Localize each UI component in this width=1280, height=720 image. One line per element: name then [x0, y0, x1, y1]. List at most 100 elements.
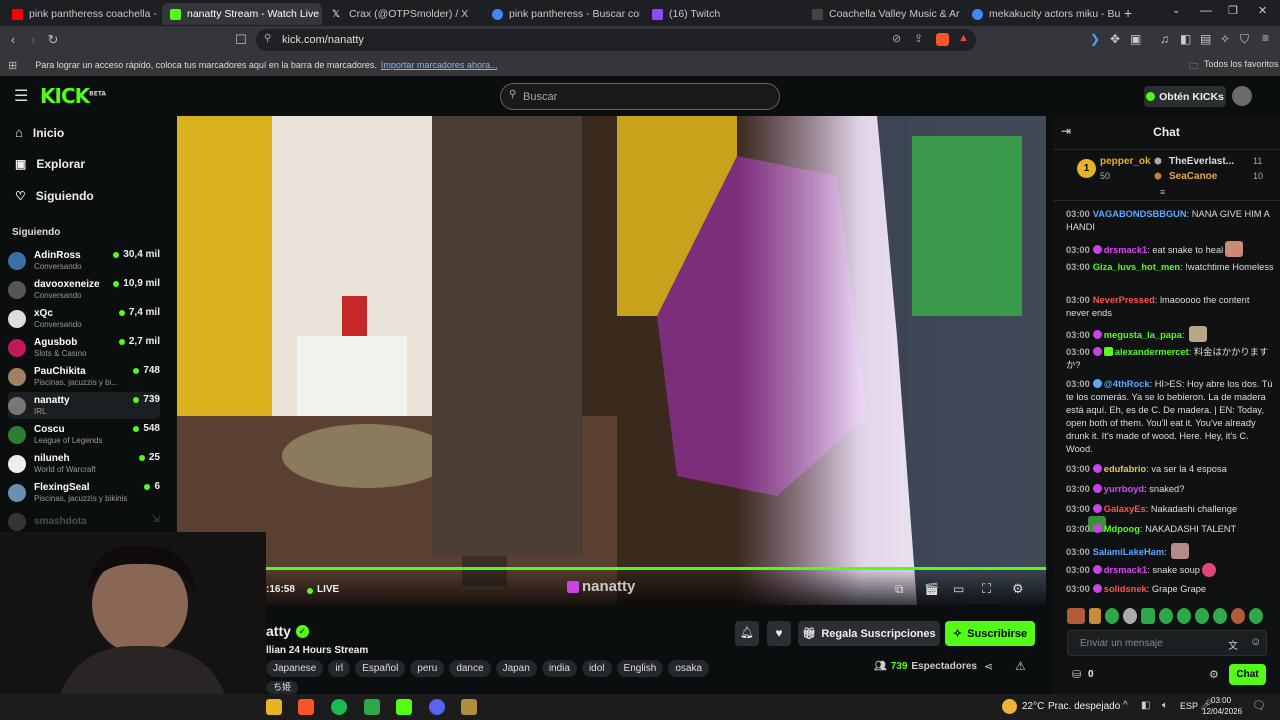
language-indicator[interactable]: ESP — [1180, 701, 1198, 711]
msg-user[interactable]: alexandermercet — [1115, 347, 1189, 357]
browser-tab[interactable]: pink pantheress - Buscar con Google — [484, 3, 640, 25]
browser-tab[interactable]: (16) Twitch — [644, 3, 800, 25]
settings-gear-icon[interactable]: ⚙ — [1012, 581, 1024, 597]
tray-expand-icon[interactable]: ^ — [1123, 700, 1128, 711]
followed-channel[interactable]: niluneh World of Warcraft 25 — [8, 450, 160, 477]
discord-icon[interactable] — [429, 699, 445, 715]
bookmark-icon[interactable]: ☐ — [233, 32, 249, 48]
followed-channel-offline[interactable]: smashdota ⇲ — [8, 508, 160, 535]
extensions-icon[interactable]: ✥ — [1110, 32, 1120, 46]
user-avatar[interactable] — [1232, 86, 1252, 106]
msg-user[interactable]: @4thRock — [1104, 379, 1150, 389]
msg-user[interactable]: NeverPressed — [1093, 295, 1155, 305]
vpn-icon[interactable]: ⛉ — [1240, 32, 1249, 47]
chat-settings-icon[interactable]: ⚙ — [1209, 668, 1219, 681]
site-info-icon[interactable]: ⚲ — [264, 33, 271, 44]
followed-channel[interactable]: Agusbob Slots & Casino 2,7 mil — [8, 334, 160, 361]
followed-channel-active[interactable]: nanatty IRL 739 — [8, 392, 160, 419]
music-icon[interactable]: ♫ — [1160, 32, 1169, 46]
emote-icon[interactable] — [1159, 608, 1173, 624]
browser-tab[interactable]: 𝕏 Crax (@OTPSmolder) / X — [324, 3, 482, 25]
weather-desc[interactable]: Prac. despejado — [1048, 701, 1120, 712]
followed-channel[interactable]: PauChikita Piscinas, jacuzzis y bi... 748 — [8, 363, 160, 390]
volume-icon[interactable]: 🔈︎ — [1162, 700, 1168, 711]
clock-time[interactable]: 03:00 — [1211, 696, 1231, 705]
subscribe-button[interactable]: ✧ Suscribirse — [945, 621, 1035, 646]
progress-bar[interactable] — [266, 567, 1046, 570]
collapse-icon[interactable]: ⇲ — [152, 514, 160, 525]
browser-tab[interactable]: pink pantheress coachella - YouTube — [4, 3, 158, 25]
notifications-icon[interactable]: 🗨︎ — [1252, 699, 1266, 712]
url-bar[interactable]: ⚲ kick.com/nanatty ⊘ ⇪ ▲ — [256, 29, 976, 51]
wallet-icon[interactable]: ▤ — [1200, 32, 1211, 46]
emote-icon[interactable] — [1177, 608, 1191, 624]
emote-icon[interactable] — [1249, 608, 1263, 624]
emote-icon[interactable] — [1231, 608, 1245, 624]
tag-chip[interactable]: idol — [581, 660, 612, 677]
import-bookmarks-link[interactable]: Importar marcadores ahora... — [381, 60, 498, 70]
tag-chip[interactable]: English — [616, 660, 664, 677]
emote-icon[interactable] — [1123, 608, 1137, 624]
tag-chip[interactable]: india — [541, 660, 577, 677]
msg-user[interactable]: Mdpoog — [1104, 524, 1140, 534]
emoji-icon[interactable]: ☺ — [1250, 636, 1261, 648]
miniplayer-icon[interactable]: ⧉ — [895, 582, 904, 597]
pinned-expand-icon[interactable]: ≡ — [1160, 187, 1165, 197]
msg-user[interactable]: drsmack1 — [1104, 245, 1147, 255]
emote-icon[interactable] — [1213, 608, 1227, 624]
followed-channel[interactable]: FlexingSeal Piscinas, jacuzzis y bikinis … — [8, 479, 160, 506]
new-tab-icon[interactable]: + — [1124, 5, 1132, 21]
msg-user[interactable]: GalaxyEs — [1104, 504, 1146, 514]
tag-chip[interactable]: Japanese — [266, 660, 324, 677]
minimize-icon[interactable]: — — [1200, 3, 1212, 17]
chat-input[interactable]: Enviar un mensaje 文 ☺ — [1067, 630, 1267, 656]
no-tracking-icon[interactable]: ⊘ — [892, 32, 901, 45]
maximize-icon[interactable]: ❐ — [1228, 4, 1238, 17]
close-window-icon[interactable]: ✕ — [1258, 4, 1267, 17]
translate-icon[interactable]: 文 — [1228, 637, 1238, 652]
tab-list-icon[interactable]: ⌄ — [1172, 5, 1180, 16]
notification-bell-button[interactable]: 🔔︎ — [735, 621, 759, 646]
ai-icon[interactable]: ✧ — [1220, 32, 1230, 46]
browser-tab[interactable]: Coachella Valley Music & Arts Festival — [804, 3, 960, 25]
clock-date[interactable]: 12/04/2026 — [1202, 707, 1242, 716]
top-gifter-name[interactable]: pepper_ok — [1100, 156, 1151, 167]
nav-following[interactable]: ♡ Siguiendo — [15, 189, 94, 203]
share-icon[interactable]: ⇪ — [914, 32, 923, 45]
top-gifter-name[interactable]: SeaCanoe — [1169, 171, 1217, 182]
followed-channel[interactable]: Coscu League of Legends 548 — [8, 421, 160, 448]
spotify-icon[interactable] — [331, 699, 347, 715]
share-icon[interactable]: ⋖ — [984, 660, 993, 673]
nav-home[interactable]: ⌂ Inicio — [15, 125, 64, 140]
followed-channel[interactable]: AdinRoss Conversando 30,4 mil — [8, 247, 160, 274]
app-icon[interactable] — [364, 699, 380, 715]
msg-user[interactable]: edufabrio — [1104, 464, 1146, 474]
kick-app-icon[interactable] — [396, 699, 412, 715]
search-input[interactable]: ⚲ Buscar — [500, 83, 780, 110]
browser-tab-active[interactable]: nanatty Stream - Watch Live ✕ — [162, 3, 322, 25]
emote-icon[interactable] — [1105, 608, 1119, 624]
browser-tab[interactable]: mekakucity actors miku - Buscar con Goog… — [964, 3, 1120, 25]
msg-user[interactable]: VAGABONDSBBGUN — [1093, 209, 1187, 219]
sidebar-toggle-icon[interactable]: ◧ — [1180, 32, 1191, 46]
gift-subs-button[interactable]: 🎁︎ Regala Suscripciones — [798, 621, 940, 646]
get-kicks-button[interactable]: Obtén KICKs — [1144, 86, 1226, 107]
followed-channel[interactable]: davooxeneize Conversando 10,9 mil — [8, 276, 160, 303]
back-icon[interactable]: ‹ — [5, 32, 21, 48]
msg-user[interactable]: yurrboyd — [1104, 484, 1144, 494]
brave-rewards-icon[interactable]: ▲ — [958, 32, 969, 44]
emote-icon[interactable] — [1067, 608, 1085, 624]
channel-name[interactable]: atty — [266, 623, 291, 639]
nav-explore[interactable]: ▣ Explorar — [15, 157, 85, 171]
menu-icon[interactable]: ≡ — [1262, 31, 1269, 45]
league-icon[interactable] — [461, 699, 477, 715]
tag-chip[interactable]: irl — [328, 660, 351, 677]
reload-icon[interactable]: ↻ — [45, 32, 61, 48]
tag-chip[interactable]: ち姫 — [266, 681, 299, 694]
hamburger-menu-icon[interactable]: ☰ — [14, 86, 28, 106]
emote-icon[interactable] — [1089, 608, 1101, 624]
video-player[interactable]: :16:58 LIVE nanatty ⧉ 🎬︎ ▭ ⛶ ⚙ — [177, 116, 1046, 605]
weather-temp[interactable]: 22°C — [1022, 701, 1044, 712]
report-warning-icon[interactable]: ⚠ — [1015, 659, 1026, 673]
screenshot-icon[interactable]: ▣ — [1130, 32, 1141, 46]
